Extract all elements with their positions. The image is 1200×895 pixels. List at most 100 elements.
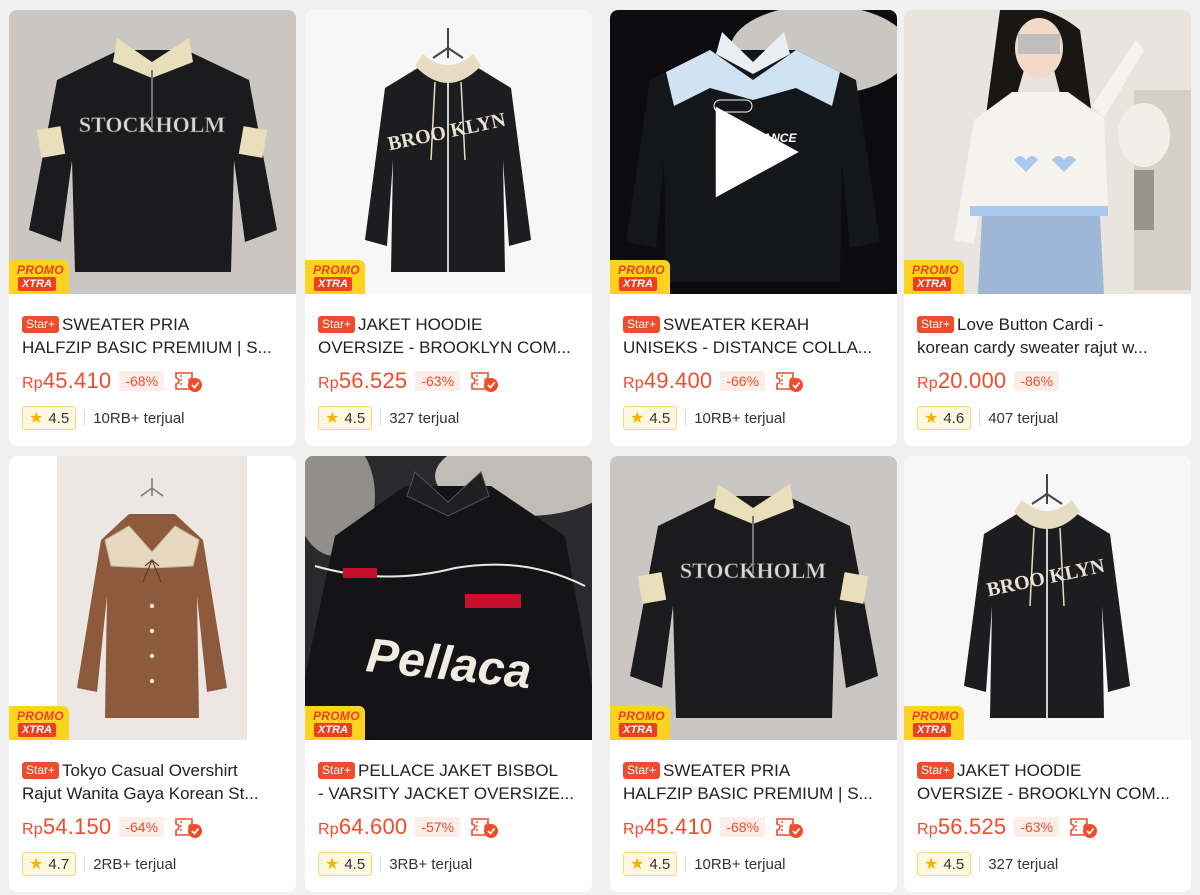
divider <box>685 410 687 426</box>
product-title[interactable]: Star+ Love Button Cardi - korean cardy sw… <box>917 313 1179 359</box>
price-row: Rp20.000 -86% <box>917 366 1060 396</box>
title-line-2: Rajut Wanita Gaya Korean St... <box>22 784 259 803</box>
rating-sold-row: ★ 4.5 327 terjual <box>318 405 459 431</box>
sold-count: 10RB+ terjual <box>93 409 185 427</box>
xtra-label: XTRA <box>18 723 56 737</box>
product-grid: STOCKHOLM PROMO XTRA Star+ SWEATER PRIA H… <box>0 0 1200 895</box>
price: Rp20.000 <box>917 368 1006 394</box>
price: Rp49.400 <box>623 368 712 394</box>
promo-label: PROMO <box>912 709 959 723</box>
rating-value: 4.7 <box>48 855 70 873</box>
price-row: Rp54.150 -64% <box>22 812 204 842</box>
product-card[interactable]: BROO KLYN PROMO XTRA Star+ JAKET HOODIE O… <box>305 10 592 446</box>
star-plus-badge: Star+ <box>623 316 661 333</box>
product-image[interactable]: STOCKHOLM PROMO XTRA <box>610 456 897 740</box>
play-video-icon[interactable] <box>610 10 897 294</box>
divider <box>979 856 981 872</box>
product-image[interactable]: PROMO XTRA <box>9 456 296 740</box>
title-line-1: SWEATER KERAH <box>663 315 810 334</box>
star-plus-badge: Star+ <box>917 762 955 779</box>
product-title[interactable]: Star+ PELLACE JAKET BISBOL - VARSITY JACK… <box>318 759 580 805</box>
product-image[interactable]: DISTANCE PROMO XTRA <box>610 10 897 294</box>
product-card[interactable]: STOCKHOLM PROMO XTRA Star+ SWEATER PRIA H… <box>610 456 897 892</box>
promo-xtra-badge: PROMO XTRA <box>610 706 670 740</box>
title-line-1: JAKET HOODIE <box>957 761 1082 780</box>
price-value: 20.000 <box>937 368 1007 393</box>
title-line-1: SWEATER PRIA <box>62 315 190 334</box>
product-card[interactable]: Pellaca PROMO XTRA Star+ PELLACE JAKET BI… <box>305 456 592 892</box>
title-line-2: UNISEKS - DISTANCE COLLA... <box>623 338 873 357</box>
rating-badge: ★ 4.7 <box>22 852 77 876</box>
promo-xtra-badge: PROMO XTRA <box>9 706 69 740</box>
price-value: 64.600 <box>338 814 408 839</box>
currency: Rp <box>22 821 43 838</box>
title-line-1: JAKET HOODIE <box>358 315 483 334</box>
product-image[interactable]: BROO KLYN PROMO XTRA <box>904 456 1191 740</box>
rating-sold-row: ★ 4.6 407 terjual <box>917 405 1058 431</box>
sold-count: 2RB+ terjual <box>93 855 177 873</box>
rating-badge: ★ 4.5 <box>318 852 373 876</box>
rating-sold-row: ★ 4.5 10RB+ terjual <box>623 405 786 431</box>
discount-badge: -68% <box>720 817 766 837</box>
rating-badge: ★ 4.5 <box>623 852 678 876</box>
svg-text:STOCKHOLM: STOCKHOLM <box>680 558 827 583</box>
promo-xtra-badge: PROMO XTRA <box>9 260 69 294</box>
title-line-2: HALFZIP BASIC PREMIUM | S... <box>623 784 873 803</box>
price: Rp54.150 <box>22 814 111 840</box>
product-title[interactable]: Star+ JAKET HOODIE OVERSIZE - BROOKLYN CO… <box>318 313 580 359</box>
rating-sold-row: ★ 4.5 10RB+ terjual <box>623 851 786 877</box>
discount-badge: -64% <box>119 817 165 837</box>
title-line-1: PELLACE JAKET BISBOL <box>358 761 559 780</box>
divider <box>979 410 981 426</box>
product-title[interactable]: Star+ SWEATER PRIA HALFZIP BASIC PREMIUM … <box>22 313 284 359</box>
promo-label: PROMO <box>17 263 64 277</box>
discount-badge: -86% <box>1014 371 1060 391</box>
product-card[interactable]: PROMO XTRA Star+ Love Button Cardi - kore… <box>904 10 1191 446</box>
xtra-label: XTRA <box>619 723 657 737</box>
currency: Rp <box>623 821 644 838</box>
title-line-2: - VARSITY JACKET OVERSIZE... <box>318 784 575 803</box>
price-row: Rp56.525 -63% <box>318 366 500 396</box>
product-image[interactable]: BROO KLYN PROMO XTRA <box>305 10 592 294</box>
rating-sold-row: ★ 4.5 3RB+ terjual <box>318 851 472 877</box>
rating-badge: ★ 4.5 <box>917 852 972 876</box>
rating-value: 4.5 <box>48 409 70 427</box>
voucher-icon <box>776 372 804 392</box>
product-image[interactable]: PROMO XTRA <box>904 10 1191 294</box>
product-image[interactable]: Pellaca PROMO XTRA <box>305 456 592 740</box>
product-title[interactable]: Star+ Tokyo Casual Overshirt Rajut Wanita… <box>22 759 284 805</box>
sold-count: 407 terjual <box>988 409 1059 427</box>
price-row: Rp49.400 -66% <box>623 366 805 396</box>
divider <box>380 856 382 872</box>
rating-value: 4.5 <box>649 409 671 427</box>
product-title[interactable]: Star+ SWEATER KERAH UNISEKS - DISTANCE CO… <box>623 313 885 359</box>
product-image[interactable]: STOCKHOLM PROMO XTRA <box>9 10 296 294</box>
star-plus-badge: Star+ <box>318 762 356 779</box>
price-value: 56.525 <box>338 368 408 393</box>
voucher-icon <box>175 818 203 838</box>
star-icon: ★ <box>630 410 645 427</box>
rating-value: 4.5 <box>344 855 366 873</box>
product-card[interactable]: STOCKHOLM PROMO XTRA Star+ SWEATER PRIA H… <box>9 10 296 446</box>
svg-text:STOCKHOLM: STOCKHOLM <box>79 112 226 137</box>
voucher-icon <box>471 372 499 392</box>
promo-label: PROMO <box>618 709 665 723</box>
promo-xtra-badge: PROMO XTRA <box>904 260 964 294</box>
price-value: 54.150 <box>42 814 112 839</box>
product-card[interactable]: DISTANCE PROMO XTRA Star+SWEATER KERAH U… <box>610 10 897 446</box>
currency: Rp <box>22 375 43 392</box>
product-card[interactable]: PROMO XTRA Star+ Tokyo Casual Overshirt R… <box>9 456 296 892</box>
rating-value: 4.5 <box>649 855 671 873</box>
product-title[interactable]: Star+ SWEATER PRIA HALFZIP BASIC PREMIUM … <box>623 759 885 805</box>
promo-xtra-badge: PROMO XTRA <box>305 706 365 740</box>
title-line-1: SWEATER PRIA <box>663 761 791 780</box>
divider <box>380 410 382 426</box>
xtra-label: XTRA <box>913 723 951 737</box>
voucher-icon <box>471 818 499 838</box>
product-card[interactable]: BROO KLYN PROMO XTRA Star+ JAKET HOODIE O… <box>904 456 1191 892</box>
star-plus-badge: Star+ <box>22 316 60 333</box>
rating-value: 4.6 <box>943 409 965 427</box>
price-value: 45.410 <box>643 814 713 839</box>
product-title[interactable]: Star+ JAKET HOODIE OVERSIZE - BROOKLYN CO… <box>917 759 1179 805</box>
xtra-label: XTRA <box>18 277 56 291</box>
